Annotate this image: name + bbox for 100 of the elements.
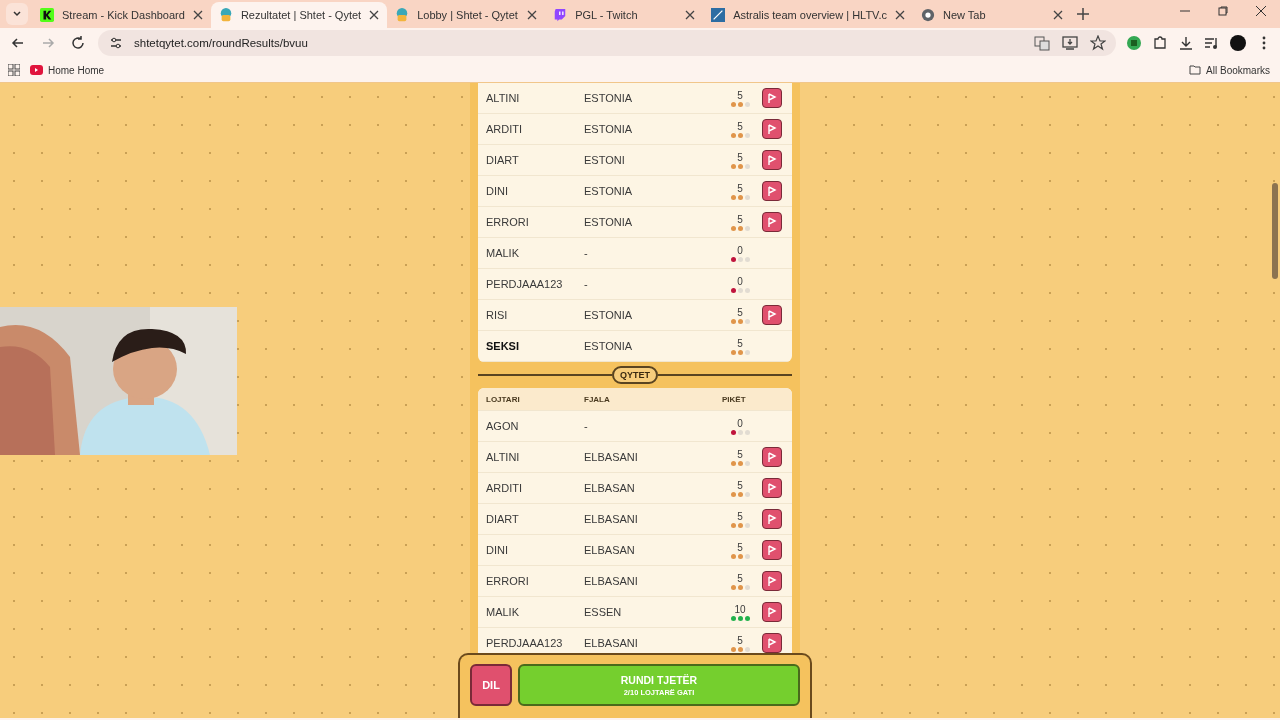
star-icon[interactable] [1090, 35, 1106, 51]
flag-icon [767, 637, 777, 649]
player-name: ERRORI [486, 216, 530, 228]
answer-word: ESSEN [584, 606, 623, 618]
site-settings-icon[interactable] [108, 35, 124, 51]
media-icon[interactable] [1204, 35, 1220, 51]
points: 5 [737, 479, 743, 491]
browser-tab[interactable]: PGL - Twitch [545, 2, 704, 28]
report-flag-button[interactable] [762, 305, 782, 325]
flag-icon [767, 606, 777, 618]
folder-icon [1189, 65, 1202, 75]
puzzle-icon[interactable] [1152, 35, 1168, 51]
flag-icon [767, 309, 777, 321]
report-flag-button[interactable] [762, 119, 782, 139]
points: 0 [737, 244, 743, 256]
report-flag-button[interactable] [762, 181, 782, 201]
answer-word: ELBASANI [584, 575, 639, 587]
points: 0 [737, 275, 743, 287]
player-name: ARDITI [486, 482, 524, 494]
all-bookmarks[interactable]: All Bookmarks [1189, 64, 1272, 76]
restore-icon[interactable] [1218, 6, 1228, 16]
game-logo-icon [218, 8, 233, 22]
points: 5 [737, 337, 743, 349]
points: 5 [737, 182, 743, 194]
close-icon[interactable] [895, 10, 905, 20]
points: 5 [737, 120, 743, 132]
player-name: DIART [486, 513, 520, 525]
flag-icon [767, 123, 777, 135]
player-name: DINI [486, 544, 509, 556]
points: 5 [737, 541, 743, 553]
points: 5 [737, 448, 743, 460]
browser-tab[interactable]: Stream - Kick Dashboard [32, 2, 211, 28]
k-logo-icon [40, 8, 54, 22]
close-icon[interactable] [685, 10, 696, 20]
report-flag-button[interactable] [762, 447, 782, 467]
bookmark[interactable]: Home Home [30, 64, 105, 76]
report-flag-button[interactable] [762, 212, 782, 232]
close-icon[interactable] [192, 10, 203, 20]
report-flag-button[interactable] [762, 88, 782, 108]
answer-word: ELBASAN [584, 482, 636, 494]
close-icon[interactable] [527, 10, 538, 20]
extension-icon[interactable] [1126, 35, 1142, 51]
twitch-icon [553, 8, 568, 22]
download-icon[interactable] [1178, 35, 1194, 51]
answer-word: ESTONIA [584, 309, 634, 321]
report-flag-button[interactable] [762, 571, 782, 591]
answer-word: ELBASAN [584, 544, 636, 556]
player-name: ALTINI [486, 92, 521, 104]
points: 5 [737, 306, 743, 318]
player-name: ERRORI [486, 575, 530, 587]
player-name: AGON [486, 420, 520, 432]
flag-icon [767, 185, 777, 197]
tab-search-button[interactable] [6, 3, 28, 25]
browser-tab[interactable]: Lobby | Shtet - Qytet [387, 2, 546, 28]
answer-word: - [584, 278, 589, 290]
answer-word: - [584, 247, 589, 259]
answer-word: ESTONIA [584, 216, 634, 228]
browser-tab[interactable]: Rezultatet | Shtet - Qytet [210, 2, 388, 28]
browser-tab[interactable]: Astralis team overview | HLTV.c [703, 2, 913, 28]
flag-icon [767, 92, 777, 104]
answer-word: ELBASANI [584, 637, 639, 649]
hltv-logo-icon [711, 8, 726, 22]
flag-icon [767, 575, 777, 587]
points: 5 [737, 510, 743, 522]
apps-icon[interactable] [8, 64, 20, 76]
answer-word: ELBASANI [584, 451, 639, 463]
points: 10 [734, 603, 746, 615]
answer-word: ESTONIA [584, 340, 634, 352]
points: 5 [737, 89, 743, 101]
avatar-icon[interactable] [1230, 35, 1246, 51]
report-flag-button[interactable] [762, 509, 782, 529]
flag-icon [767, 513, 777, 525]
address-bar[interactable]: shtetqytet.com/roundResults/bvuu [98, 30, 1116, 56]
answer-word: ESTONIA [584, 92, 634, 104]
player-name: ALTINI [486, 451, 521, 463]
caret-icon [12, 9, 22, 19]
report-flag-button[interactable] [762, 540, 782, 560]
player-name: MALIK [486, 606, 520, 618]
report-flag-button[interactable] [762, 478, 782, 498]
report-flag-button[interactable] [762, 150, 782, 170]
flag-icon [767, 482, 777, 494]
points: 5 [737, 213, 743, 225]
leave-button[interactable]: DIL [470, 664, 512, 706]
close-icon[interactable] [1256, 6, 1266, 16]
close-icon[interactable] [1053, 10, 1063, 20]
close-icon[interactable] [369, 10, 380, 20]
player-name: PERDJAAA123 [486, 637, 564, 649]
report-flag-button[interactable] [762, 602, 782, 622]
scrollbar[interactable] [1272, 183, 1278, 279]
translate-icon[interactable] [1034, 35, 1050, 51]
install-app-icon[interactable] [1062, 35, 1078, 51]
answer-word: ESTONIA [584, 123, 634, 135]
points: 5 [737, 151, 743, 163]
flag-icon [767, 216, 777, 228]
player-name: PERDJAAA123 [486, 278, 564, 290]
answer-word: ELBASANI [584, 513, 639, 525]
player-name: ARDITI [486, 123, 524, 135]
points: 5 [737, 634, 743, 646]
browser-tab[interactable]: New Tab [913, 2, 1071, 28]
report-flag-button[interactable] [762, 633, 782, 653]
